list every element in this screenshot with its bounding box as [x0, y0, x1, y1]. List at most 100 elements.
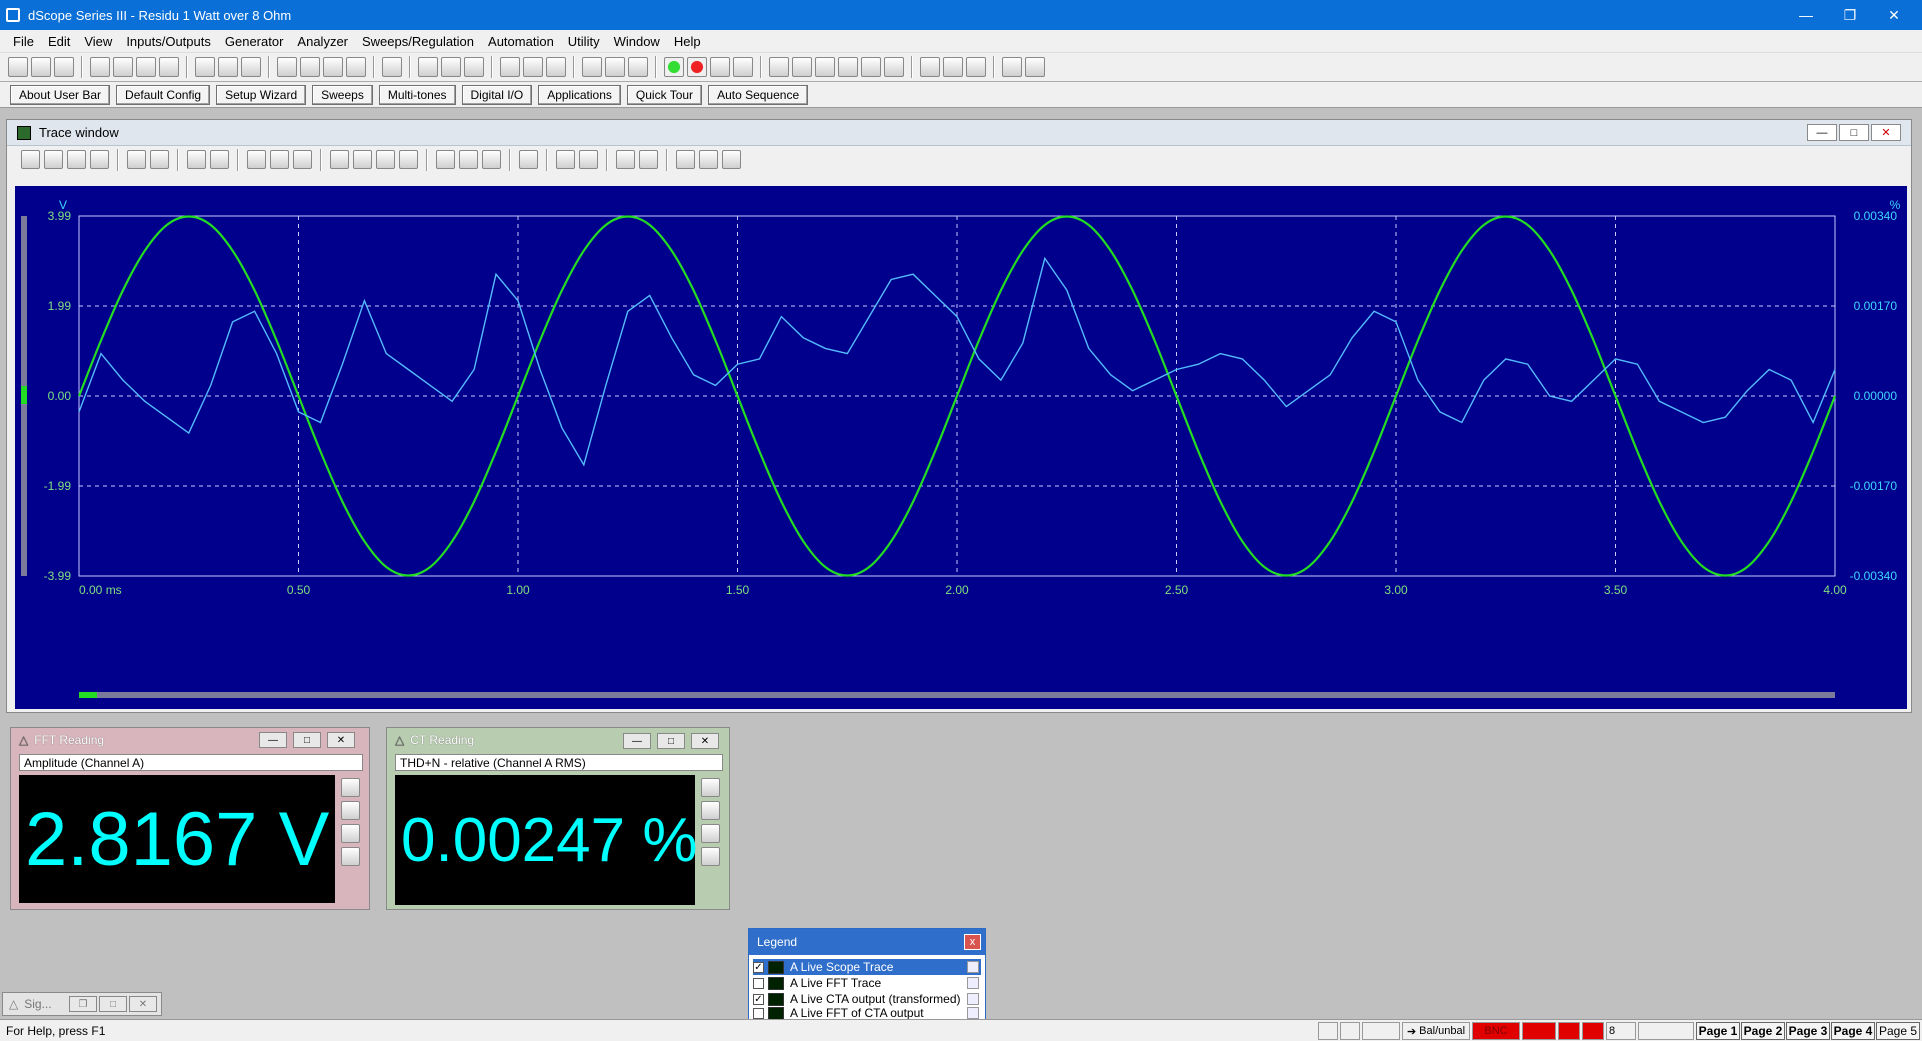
- bottom-scroll-thumb[interactable]: [79, 692, 97, 698]
- output-d-icon[interactable]: [159, 57, 179, 77]
- fft-maximize-button[interactable]: □: [293, 732, 321, 748]
- legend-item[interactable]: ✓ A Live CTA output (transformed): [753, 991, 981, 1007]
- status-card-slot-icon[interactable]: [1362, 1022, 1400, 1040]
- save-icon[interactable]: [31, 57, 51, 77]
- record-red-icon[interactable]: [687, 57, 707, 77]
- menu-help[interactable]: Help: [667, 34, 708, 49]
- meter-settings-icon[interactable]: [341, 801, 360, 820]
- monitor-icon[interactable]: [500, 57, 520, 77]
- auto-sequence-button[interactable]: Auto Sequence: [708, 84, 809, 105]
- ct-close-button[interactable]: ✕: [691, 733, 719, 749]
- trace-run-icon[interactable]: [21, 150, 40, 169]
- menu-utility[interactable]: Utility: [561, 34, 607, 49]
- fft-reading-label[interactable]: Amplitude (Channel A): [19, 754, 363, 771]
- trace-zoom-y-icon[interactable]: [270, 150, 289, 169]
- ct-maximize-button[interactable]: □: [657, 733, 685, 749]
- fft-close-button[interactable]: ✕: [327, 732, 355, 748]
- legend-checkbox[interactable]: ✓: [753, 993, 764, 1005]
- legend-item[interactable]: A Live FFT of CTA output: [753, 1006, 981, 1020]
- menu-window[interactable]: Window: [607, 34, 667, 49]
- headphone-icon[interactable]: [523, 57, 543, 77]
- default-config-button[interactable]: Default Config: [116, 84, 211, 105]
- trace-window-caption[interactable]: Trace window: [7, 120, 1911, 146]
- trace-zoom-out-icon[interactable]: [459, 150, 478, 169]
- trace-marker-icon[interactable]: [556, 150, 575, 169]
- setup-wizard-button[interactable]: Setup Wizard: [216, 84, 307, 105]
- settings-icon[interactable]: [966, 57, 986, 77]
- meter-resize-icon[interactable]: [701, 847, 720, 866]
- trace-save-icon[interactable]: [67, 150, 86, 169]
- meter-chart-icon[interactable]: [341, 824, 360, 843]
- trace-graph-icon[interactable]: [127, 150, 146, 169]
- legend-checkbox[interactable]: [753, 1007, 764, 1019]
- applications-button[interactable]: Applications: [538, 84, 621, 105]
- analyzer-fft-icon[interactable]: [441, 57, 461, 77]
- output-b-icon[interactable]: [113, 57, 133, 77]
- trace-chart-icon[interactable]: [187, 150, 206, 169]
- input-a-icon[interactable]: [277, 57, 297, 77]
- chain-c-icon[interactable]: [628, 57, 648, 77]
- digital-io-button[interactable]: Digital I/O: [461, 84, 533, 105]
- trace-d-icon[interactable]: [838, 57, 858, 77]
- legend-properties-icon[interactable]: [967, 977, 979, 989]
- sweep-icon[interactable]: [710, 57, 730, 77]
- trace-a-icon[interactable]: [769, 57, 789, 77]
- about-user-bar-button[interactable]: About User Bar: [10, 84, 111, 105]
- sweeps-button[interactable]: Sweeps: [312, 84, 373, 105]
- minimized-window[interactable]: △ Sig... ❐ □ ✕: [2, 992, 162, 1016]
- export-icon[interactable]: [1002, 57, 1022, 77]
- menu-generator[interactable]: Generator: [218, 34, 291, 49]
- legend-properties-icon[interactable]: [967, 961, 979, 973]
- trace-pan-icon[interactable]: [616, 150, 635, 169]
- chain-b-icon[interactable]: [605, 57, 625, 77]
- input-c-icon[interactable]: [323, 57, 343, 77]
- legend-checkbox[interactable]: ✓: [753, 961, 764, 973]
- bottom-scrollbar[interactable]: [79, 692, 1835, 698]
- menu-inputs-outputs[interactable]: Inputs/Outputs: [119, 34, 218, 49]
- legend-properties-icon[interactable]: [967, 993, 979, 1005]
- trace-cursor-c-icon[interactable]: [376, 150, 395, 169]
- trace-close-button[interactable]: ✕: [1871, 124, 1901, 141]
- menu-analyzer[interactable]: Analyzer: [290, 34, 355, 49]
- trace-graph2-icon[interactable]: [150, 150, 169, 169]
- trace-fit-icon[interactable]: [482, 150, 501, 169]
- ct-minimize-button[interactable]: —: [623, 733, 651, 749]
- trace-grid-icon[interactable]: [210, 150, 229, 169]
- generator-off-icon[interactable]: [218, 57, 238, 77]
- stop-icon[interactable]: [382, 57, 402, 77]
- meter-settings-icon[interactable]: [701, 801, 720, 820]
- trace-wave-icon[interactable]: [44, 150, 63, 169]
- trace-b-icon[interactable]: [792, 57, 812, 77]
- output-c-icon[interactable]: [136, 57, 156, 77]
- input-d-icon[interactable]: [346, 57, 366, 77]
- scope-icon[interactable]: [884, 57, 904, 77]
- status-card-icon[interactable]: [1340, 1022, 1360, 1040]
- output-a-icon[interactable]: [90, 57, 110, 77]
- legend-properties-icon[interactable]: [967, 1007, 979, 1019]
- trace-cursor-d-icon[interactable]: [399, 150, 418, 169]
- meter-format-icon[interactable]: [341, 778, 360, 797]
- legend-item[interactable]: A Live FFT Trace: [753, 975, 981, 991]
- legend-caption[interactable]: Legend: [749, 929, 985, 955]
- trace-minimize-button[interactable]: —: [1807, 124, 1837, 141]
- generator-icon[interactable]: [195, 57, 215, 77]
- sweep-active-icon[interactable]: [733, 57, 753, 77]
- menu-view[interactable]: View: [77, 34, 119, 49]
- multi-tones-button[interactable]: Multi-tones: [378, 84, 456, 105]
- minimized-restore-button[interactable]: ❐: [69, 996, 97, 1012]
- minimized-close-button[interactable]: ✕: [129, 996, 157, 1012]
- speaker-icon[interactable]: [546, 57, 566, 77]
- trace-plot[interactable]: V % 0.00 ms 0.50 1.00 1.50 2.00 2.50 3.00 3.50 4…: [15, 186, 1907, 709]
- trace-compare-icon[interactable]: [722, 150, 741, 169]
- chain-a-icon[interactable]: [582, 57, 602, 77]
- minimized-maximize-button[interactable]: □: [99, 996, 127, 1012]
- ct-reading-label[interactable]: THD+N - relative (Channel A RMS): [395, 754, 723, 771]
- go-green-icon[interactable]: [664, 57, 684, 77]
- page-2-button[interactable]: Page 2: [1741, 1022, 1785, 1040]
- trace-copy-icon[interactable]: [90, 150, 109, 169]
- page-3-button[interactable]: Page 3: [1786, 1022, 1830, 1040]
- meter-chart-icon[interactable]: [701, 824, 720, 843]
- analyzer-icon[interactable]: [418, 57, 438, 77]
- page-1-button[interactable]: Page 1: [1696, 1022, 1740, 1040]
- left-scroll-thumb[interactable]: [21, 386, 27, 404]
